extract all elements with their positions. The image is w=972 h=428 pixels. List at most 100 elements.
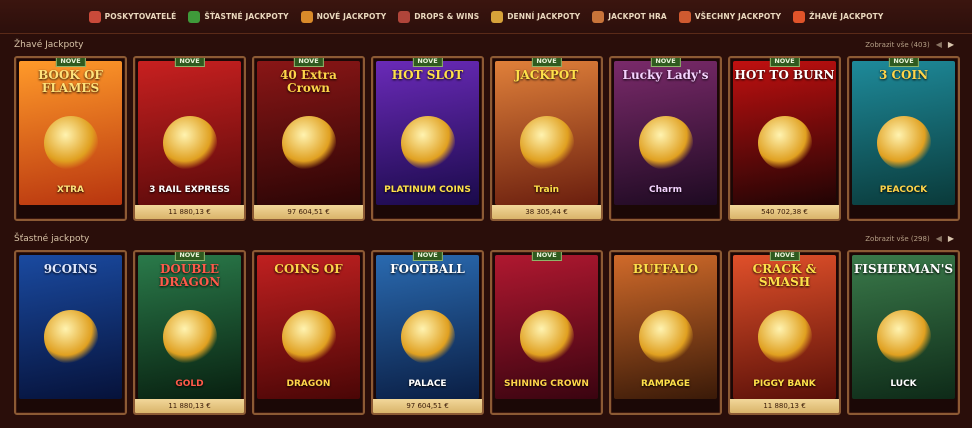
nav-item-label: DROPS & WINS — [414, 12, 480, 21]
game-thumbnail: 3 COIN PEACOCK — [852, 61, 955, 205]
game-thumbnail: BUFFALO RAMPAGE — [614, 255, 717, 399]
nav-item-label: NOVÉ JACKPOTY — [316, 12, 387, 21]
nav-item[interactable]: DROPS & WINS — [398, 10, 480, 23]
game-subtitle: PALACE — [408, 379, 447, 389]
next-arrow-icon[interactable]: ▶ — [948, 40, 954, 49]
game-card[interactable]: HOT SLOT PLATINUM COINS NOVÉ — [371, 56, 484, 221]
new-badge: NOVÉ — [174, 58, 205, 67]
game-card[interactable]: 3 RAIL EXPRESS NOVÉ 11 880,13 € — [133, 56, 246, 221]
game-subtitle: RAMPAGE — [640, 379, 691, 389]
nav-item[interactable]: ŠŤASTNÉ JACKPOTY — [188, 10, 289, 23]
game-thumbnail: 3 RAIL EXPRESS — [138, 61, 241, 205]
prev-arrow-icon[interactable]: ◀ — [936, 234, 942, 243]
game-thumbnail: HOT SLOT PLATINUM COINS — [376, 61, 479, 205]
game-subtitle: PIGGY BANK — [753, 379, 816, 389]
game-title: COINS OF — [274, 262, 343, 276]
nav-item[interactable]: POSKYTOVATELÉ — [88, 10, 177, 23]
game-subtitle: Charm — [649, 185, 682, 195]
section-title-lucky: Šťastné jackpoty — [14, 234, 90, 244]
game-art-icon — [281, 310, 336, 364]
game-thumbnail: HOT TO BURN — [733, 61, 836, 205]
nav-item[interactable]: NOVÉ JACKPOTY — [300, 10, 387, 23]
game-art-icon — [876, 310, 931, 364]
new-badge: NOVÉ — [412, 252, 443, 261]
game-card[interactable]: 9COINS — [14, 250, 127, 415]
game-title: BUFFALO — [632, 262, 699, 276]
game-card[interactable]: Lucky Lady's Charm NOVÉ — [609, 56, 722, 221]
games-row-lucky: 9COINS DOUBLE DRAGON GOLD NOVÉ 11 880,13 € CO… — [14, 250, 960, 415]
drops-icon — [398, 10, 411, 23]
nav-item-label: VŠECHNY JACKPOTY — [694, 12, 782, 21]
new-badge: NOVÉ — [174, 252, 205, 261]
game-card[interactable]: CRACK & SMASH PIGGY BANK NOVÉ 11 880,13 € — [728, 250, 841, 415]
game-title: FISHERMAN'S — [853, 262, 954, 276]
jackpot-amount: 11 880,13 € — [135, 399, 244, 413]
game-art-icon — [519, 310, 574, 364]
nav-item[interactable]: DENNÍ JACKPOTY — [491, 10, 580, 23]
show-all-link[interactable]: Zobrazit vše (403) — [865, 41, 929, 49]
game-title: HOT SLOT — [391, 68, 464, 82]
game-subtitle: PEACOCK — [879, 185, 928, 195]
game-subtitle: 3 RAIL EXPRESS — [149, 185, 230, 195]
nav-item-label: ŠŤASTNÉ JACKPOTY — [204, 12, 289, 21]
jackpot-amount: 97 604,51 € — [373, 399, 482, 413]
game-card[interactable]: 40 Extra Crown NOVÉ 97 604,51 € — [252, 56, 365, 221]
game-thumbnail: CRACK & SMASH PIGGY BANK — [733, 255, 836, 399]
game-title: Lucky Lady's — [622, 68, 709, 82]
jackpot-game-icon — [592, 10, 605, 23]
jackpot-amount: 38 305,44 € — [492, 205, 601, 219]
game-card[interactable]: JACKPOT Train NOVÉ 38 305,44 € — [490, 56, 603, 221]
game-art-icon — [400, 310, 455, 364]
game-title: FOOTBALL — [390, 262, 465, 276]
game-card[interactable]: FISHERMAN'S LUCK — [847, 250, 960, 415]
game-title: HOT TO BURN — [734, 68, 835, 82]
show-all-link[interactable]: Zobrazit vše (298) — [865, 235, 929, 243]
game-thumbnail: COINS OF DRAGON — [257, 255, 360, 399]
nav-item-label: POSKYTOVATELÉ — [104, 12, 177, 21]
nav-item[interactable]: ŽHAVÉ JACKPOTY — [793, 10, 884, 23]
new-badge: NOVÉ — [888, 58, 919, 67]
game-thumbnail: FISHERMAN'S LUCK — [852, 255, 955, 399]
game-title: CRACK & SMASH — [752, 262, 817, 289]
game-card[interactable]: SHINING CROWN NOVÉ — [490, 250, 603, 415]
game-thumbnail: Lucky Lady's Charm — [614, 61, 717, 205]
game-art-icon — [638, 116, 693, 170]
nav-item-label: ŽHAVÉ JACKPOTY — [809, 12, 884, 21]
nav-item[interactable]: VŠECHNY JACKPOTY — [678, 10, 782, 23]
new-badge: NOVÉ — [650, 58, 681, 67]
game-title: 40 Extra Crown — [280, 68, 337, 95]
providers-icon — [88, 10, 101, 23]
prev-arrow-icon[interactable]: ◀ — [936, 40, 942, 49]
game-card[interactable]: COINS OF DRAGON — [252, 250, 365, 415]
section-more-hot: Zobrazit vše (403) ◀ ▶ — [865, 40, 954, 49]
calendar-icon — [491, 10, 504, 23]
game-thumbnail: BOOK OF FLAMES XTRA — [19, 61, 122, 205]
game-subtitle: DRAGON — [286, 379, 331, 389]
game-art-icon — [757, 310, 812, 364]
game-thumbnail: 40 Extra Crown — [257, 61, 360, 205]
game-card[interactable]: FOOTBALL PALACE NOVÉ 97 604,51 € — [371, 250, 484, 415]
game-subtitle: XTRA — [57, 185, 84, 195]
new-badge: NOVÉ — [412, 58, 443, 67]
new-badge: NOVÉ — [55, 58, 86, 67]
nav-item-label: JACKPOT HRA — [608, 12, 667, 21]
game-card[interactable]: DOUBLE DRAGON GOLD NOVÉ 11 880,13 € — [133, 250, 246, 415]
game-thumbnail: FOOTBALL PALACE — [376, 255, 479, 399]
jackpot-amount: 11 880,13 € — [135, 205, 244, 219]
game-art-icon — [162, 310, 217, 364]
game-art-icon — [400, 116, 455, 170]
game-art-icon — [281, 116, 336, 170]
game-card[interactable]: HOT TO BURN NOVÉ 540 702,38 € — [728, 56, 841, 221]
new-badge: NOVÉ — [531, 252, 562, 261]
game-card[interactable]: 3 COIN PEACOCK NOVÉ — [847, 56, 960, 221]
section-title-hot: Žhavé Jackpoty — [14, 40, 84, 50]
game-art-icon — [519, 116, 574, 170]
game-card[interactable]: BOOK OF FLAMES XTRA NOVÉ — [14, 56, 127, 221]
game-art-icon — [638, 310, 693, 364]
next-arrow-icon[interactable]: ▶ — [948, 234, 954, 243]
game-subtitle: GOLD — [175, 379, 204, 389]
nav-item[interactable]: JACKPOT HRA — [592, 10, 667, 23]
game-thumbnail: JACKPOT Train — [495, 61, 598, 205]
game-card[interactable]: BUFFALO RAMPAGE — [609, 250, 722, 415]
new-badge: NOVÉ — [293, 58, 324, 67]
